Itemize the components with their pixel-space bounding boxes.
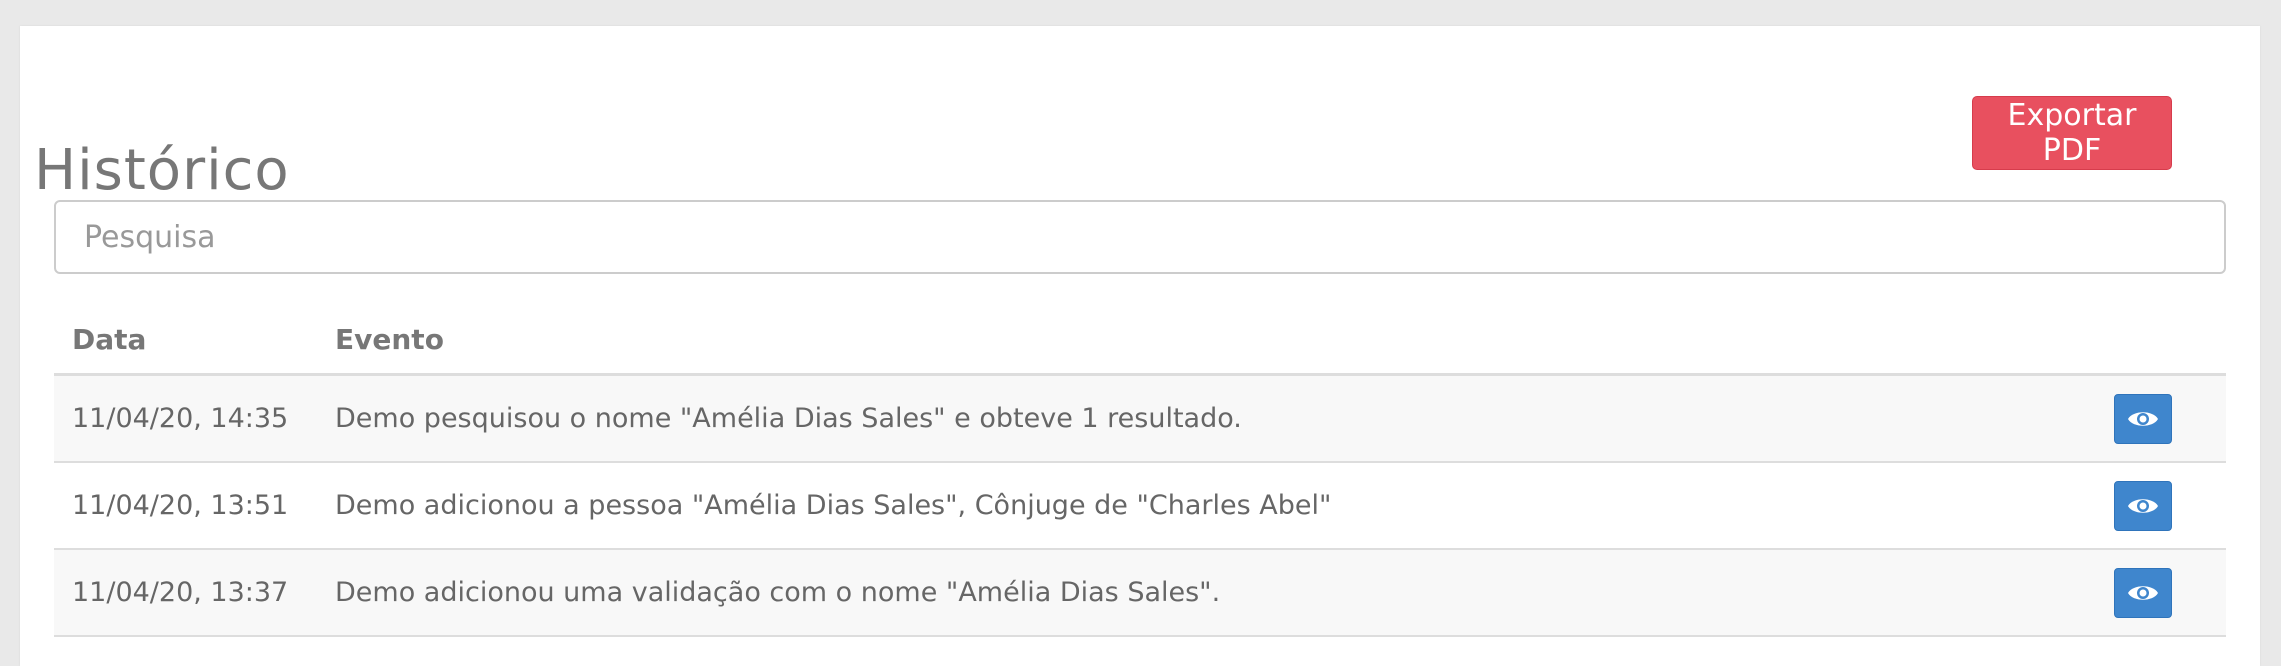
row-date: 11/04/20, 14:35: [72, 403, 289, 434]
row-date: 11/04/20, 13:51: [72, 490, 289, 521]
row-event: Demo pesquisou o nome "Amélia Dias Sales…: [335, 403, 1242, 434]
table-header: Data Evento: [54, 306, 2226, 376]
page-title: Histórico: [34, 137, 290, 203]
eye-icon: [2128, 585, 2158, 600]
eye-icon: [2128, 498, 2158, 513]
table-row: 11/04/20, 13:51 Demo adicionou a pessoa …: [54, 463, 2226, 550]
table-row: 11/04/20, 13:37 Demo adicionou uma valid…: [54, 550, 2226, 637]
row-date: 11/04/20, 13:37: [72, 577, 289, 608]
view-button[interactable]: [2114, 393, 2172, 444]
history-table: Data Evento 11/04/20, 14:35 Demo pesquis…: [54, 306, 2226, 637]
view-button[interactable]: [2114, 480, 2172, 531]
export-pdf-button[interactable]: Exportar PDF: [1972, 96, 2172, 170]
eye-icon: [2128, 411, 2158, 426]
view-button[interactable]: [2114, 567, 2172, 618]
column-header-event: Evento: [335, 323, 444, 356]
column-header-date: Data: [72, 323, 147, 356]
row-event: Demo adicionou a pessoa "Amélia Dias Sal…: [335, 490, 1332, 521]
search-input[interactable]: [54, 200, 2226, 274]
row-event: Demo adicionou uma validação com o nome …: [335, 577, 1221, 608]
table-row: 11/04/20, 14:35 Demo pesquisou o nome "A…: [54, 376, 2226, 463]
